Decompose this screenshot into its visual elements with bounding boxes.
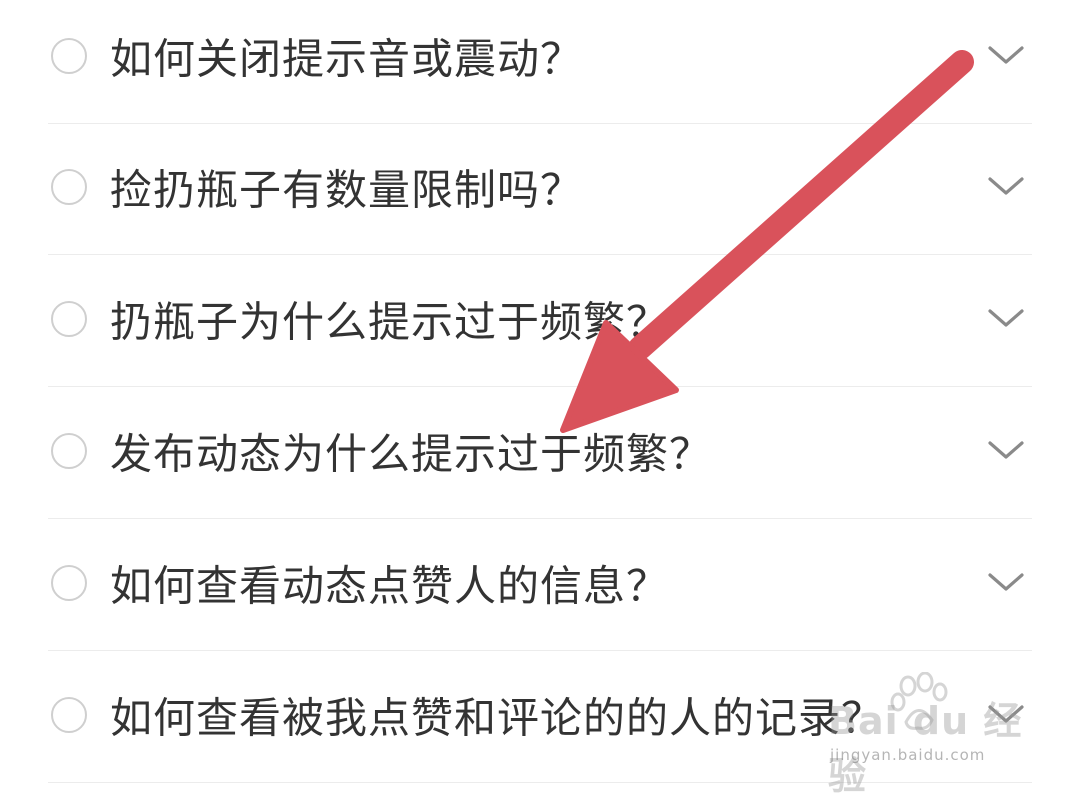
radio-circle-icon[interactable]	[51, 433, 87, 469]
faq-question: 如何关闭提示音或震动？	[110, 34, 584, 84]
faq-item[interactable]: 如何查看被我点赞和评论的的人的记录？	[48, 652, 1032, 783]
faq-question: 如何查看动态点赞人的信息？	[110, 561, 670, 611]
faq-question: 捡扔瓶子有数量限制吗？	[110, 165, 584, 215]
chevron-down-icon[interactable]	[980, 293, 1032, 345]
chevron-down-icon[interactable]	[980, 161, 1032, 213]
faq-item[interactable]: 捡扔瓶子有数量限制吗？	[48, 124, 1032, 255]
faq-question: 如何查看被我点赞和评论的的人的记录？	[110, 693, 885, 743]
chevron-down-icon[interactable]	[980, 425, 1032, 477]
chevron-down-icon[interactable]	[980, 557, 1032, 609]
radio-circle-icon[interactable]	[51, 169, 87, 205]
radio-circle-icon[interactable]	[51, 38, 87, 74]
faq-item[interactable]: 发布动态为什么提示过于频繁？	[48, 388, 1032, 519]
faq-item[interactable]: 如何查看动态点赞人的信息？	[48, 520, 1032, 651]
faq-item[interactable]: 扔瓶子为什么提示过于频繁？	[48, 256, 1032, 387]
chevron-down-icon[interactable]	[980, 30, 1032, 82]
faq-item[interactable]: 如何关闭提示音或震动？	[48, 0, 1032, 124]
radio-circle-icon[interactable]	[51, 301, 87, 337]
faq-question: 发布动态为什么提示过于频繁？	[110, 429, 713, 479]
radio-circle-icon[interactable]	[51, 565, 87, 601]
radio-circle-icon[interactable]	[51, 697, 87, 733]
chevron-down-icon[interactable]	[980, 689, 1032, 741]
faq-question: 扔瓶子为什么提示过于频繁？	[110, 297, 670, 347]
faq-list: 如何关闭提示音或震动？ 捡扔瓶子有数量限制吗？ 扔瓶子为什么提示过于频繁？ 发布…	[0, 0, 1080, 792]
